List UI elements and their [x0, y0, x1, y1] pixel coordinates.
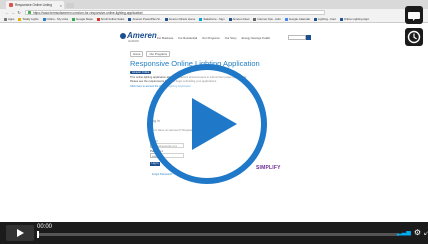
reload-icon[interactable]: ↻: [16, 10, 22, 15]
timecode: 00:00: [37, 224, 53, 230]
site-search-button[interactable]: [306, 35, 311, 40]
play-icon: [147, 64, 267, 184]
site-nav-item[interactable]: For Residential: [178, 36, 197, 40]
logo-text[interactable]: Ameren: [127, 31, 157, 40]
heart-icon: [408, 12, 420, 21]
bookmark-label: Online - My Links: [46, 17, 69, 21]
bookmark-label: Google Maps: [76, 17, 93, 21]
bookmark-item[interactable]: Online Lighting Appl.: [339, 17, 370, 21]
bookmark-favicon-icon: [128, 17, 132, 21]
bookmark-favicon-icon: [164, 17, 168, 21]
bookmark-item[interactable]: Lighting - Fact: [314, 17, 336, 21]
site-nav-item[interactable]: Energy Savings Toolkit: [242, 36, 270, 40]
video-control-bar: 00:00 ▂▃▅ ⚙ ⤢: [0, 222, 428, 244]
bookmark-favicon-icon: [4, 17, 7, 21]
site-nav-item[interactable]: Our Story: [225, 36, 237, 40]
ameren-logo-icon[interactable]: [120, 33, 126, 39]
progress-thumb[interactable]: [37, 231, 39, 238]
screen: Responsive Online Listing × ← → ↻ https:…: [0, 0, 428, 244]
bookmark-label: Apps: [8, 17, 15, 21]
breadcrumb-programs[interactable]: Our Programs: [146, 51, 171, 57]
bookmark-label: Lighting - Fact: [318, 17, 336, 21]
site-nav: For Business For Residential Our Programs O…: [157, 36, 270, 40]
bookmark-favicon-icon: [42, 17, 46, 21]
bookmark-item[interactable]: Online - My Links: [42, 17, 69, 21]
bookmark-label: Scroll Follow Sales: [100, 17, 125, 21]
like-button[interactable]: [405, 6, 423, 24]
bookmark-label: Salesforce - Sign: [203, 17, 225, 21]
bookmark-item[interactable]: Apps: [4, 17, 14, 21]
bookmark-label: Ameren PowerPlan Sr.: [132, 17, 161, 21]
bookmarks-bar: Apps Totally Lights Online - My Links Googl…: [0, 16, 428, 23]
address-text: https://www.termsofameren.com/om-for-res…: [33, 10, 144, 15]
browser-toolbar: ← → ↻ https://www.termsofameren.com/om-f…: [0, 9, 428, 16]
browser-tab[interactable]: Responsive Online Listing ×: [6, 1, 64, 9]
bookmark-item[interactable]: Scroll Follow Sales: [96, 17, 125, 21]
player-right-controls: ▂▃▅ ⚙ ⤢: [397, 227, 428, 239]
bookmark-favicon-icon: [199, 17, 203, 21]
bookmark-label: Internet Ops - Adm: [257, 17, 281, 21]
breadcrumb: Home Our Programs: [130, 51, 171, 57]
bookmark-label: Google Calendar: [288, 17, 311, 21]
site-header: Ameren ILLINOIS For Business For Resident…: [120, 31, 311, 45]
bookmark-item[interactable]: Google Maps: [72, 17, 93, 21]
bookmark-item[interactable]: Totally Lights: [18, 17, 39, 21]
bookmark-label: Ameren Fleet: [232, 17, 250, 21]
site-nav-item[interactable]: For Business: [157, 36, 173, 40]
bookmark-favicon-icon: [314, 17, 318, 21]
play-pause-button[interactable]: [6, 225, 34, 241]
bookmark-item[interactable]: Ameren Illinois Home: [164, 17, 196, 21]
fullscreen-icon[interactable]: ⤢: [424, 227, 428, 239]
bookmark-favicon-icon: [96, 17, 100, 21]
address-bar[interactable]: https://www.termsofameren.com/om-for-res…: [25, 10, 325, 15]
bookmark-label: Online Lighting Appl.: [343, 17, 370, 21]
bookmark-item[interactable]: Salesforce - Sign: [199, 17, 225, 21]
tab-close-icon[interactable]: ×: [60, 3, 62, 8]
big-play-button[interactable]: [145, 62, 269, 186]
small-play-icon: [17, 229, 24, 237]
bookmark-favicon-icon: [253, 17, 257, 21]
browser-tab-bar: Responsive Online Listing ×: [0, 0, 428, 9]
bookmark-item[interactable]: Google Calendar: [284, 17, 311, 21]
bookmark-item[interactable]: Internet Ops - Adm: [253, 17, 281, 21]
bookmark-favicon-icon: [72, 17, 76, 21]
breadcrumb-home[interactable]: Home: [130, 51, 144, 57]
bookmark-favicon-icon: [18, 17, 22, 21]
bookmark-favicon-icon: [228, 17, 232, 21]
new-tab-button[interactable]: [66, 3, 74, 8]
bookmark-favicon-icon: [339, 17, 343, 21]
site-nav-item[interactable]: Our Programs: [202, 36, 220, 40]
bookmark-favicon-icon: [284, 17, 288, 21]
gear-icon[interactable]: ⚙: [414, 227, 421, 239]
site-search-input[interactable]: [288, 35, 306, 40]
progress-bar[interactable]: [37, 231, 399, 238]
tab-title: Responsive Online Listing: [15, 3, 52, 7]
bookmark-label: Totally Lights: [22, 17, 39, 21]
bookmark-item[interactable]: Ameren PowerPlan Sr.: [128, 17, 161, 21]
volume-icon[interactable]: ▂▃▅: [397, 227, 411, 239]
bookmark-item[interactable]: Ameren Fleet: [228, 17, 250, 21]
lock-icon: [28, 11, 31, 14]
clock-icon: [407, 30, 421, 44]
watch-later-button[interactable]: [405, 28, 423, 46]
tab-favicon-icon: [9, 3, 13, 7]
bookmark-label: Ameren Illinois Home: [168, 17, 196, 21]
logo-subtext: ILLINOIS: [128, 40, 139, 43]
